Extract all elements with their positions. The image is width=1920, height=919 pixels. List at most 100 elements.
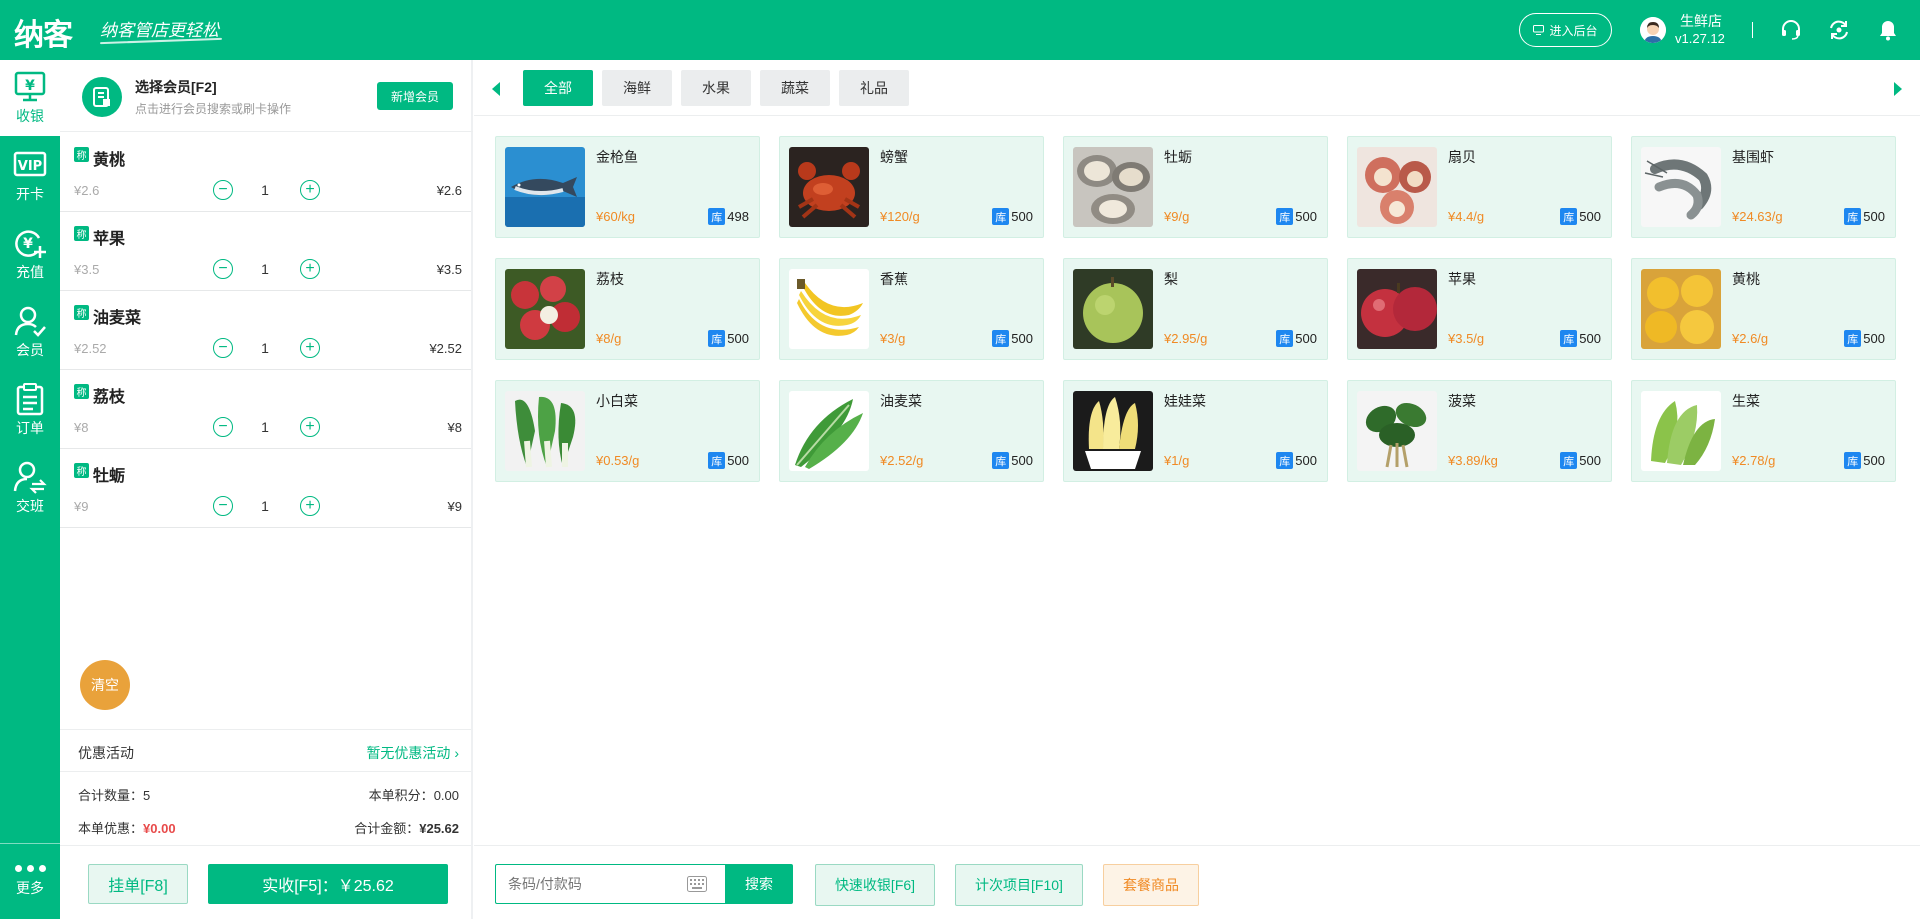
stock-badge: 库 [992,452,1010,469]
nav-order-label: 订单 [16,420,44,436]
product-card[interactable]: 金枪鱼 ¥60/kg 库 498 [495,136,760,238]
nav-recharge[interactable]: ¥ 充值 [0,216,60,292]
cart-item-qty[interactable]: 1 [240,419,290,435]
member-select-bar[interactable]: 选择会员[F2] 点击进行会员搜索或刷卡操作 新增会员 [60,60,473,132]
product-name: 菠菜 [1448,393,1476,409]
nav-open-card[interactable]: VIP 开卡 [0,138,60,214]
cart-item[interactable]: 称油麦菜 ¥2.52 −1 + ¥2.52 [60,291,471,370]
product-stock: 库 500 [1276,208,1317,225]
tab-3[interactable]: 蔬菜 [760,70,830,106]
product-card[interactable]: 小白菜 ¥0.53/g 库 500 [495,380,760,482]
stock-badge: 库 [1844,330,1862,347]
stock-badge: 库 [1844,452,1862,469]
product-name: 螃蟹 [880,149,908,165]
decrease-qty-icon[interactable]: − [213,180,233,200]
stock-badge: 库 [708,208,726,225]
increase-qty-icon[interactable]: + [300,259,320,279]
increase-qty-icon[interactable]: + [300,496,320,516]
search-button[interactable]: 搜索 [725,864,793,904]
product-card[interactable]: 菠菜 ¥3.89/kg 库 500 [1347,380,1612,482]
decrease-qty-icon[interactable]: − [213,417,233,437]
nav-shift-handover[interactable]: 交班 [0,450,60,526]
product-name: 香蕉 [880,271,908,287]
product-card[interactable]: 牡蛎 ¥9/g 库 500 [1063,136,1328,238]
nav-order[interactable]: 订单 [0,372,60,448]
cart-item[interactable]: 称牡蛎 ¥9 −1 + ¥9 [60,449,471,528]
increase-qty-icon[interactable]: + [300,417,320,437]
product-price: ¥2.95/g [1164,331,1208,346]
product-card[interactable]: 荔枝 ¥8/g 库 500 [495,258,760,360]
checkout-button[interactable]: 实收[F5]：￥25.62 [208,864,448,904]
product-card[interactable]: 黄桃 ¥2.6/g 库 500 [1631,258,1896,360]
product-card[interactable]: 生菜 ¥2.78/g 库 500 [1631,380,1896,482]
tabs-prev-arrow-icon[interactable] [492,82,500,96]
customer-service-icon[interactable] [1779,18,1803,42]
product-image-pear [1073,269,1153,349]
tab-4[interactable]: 礼品 [839,70,909,106]
product-price: ¥9/g [1164,209,1190,224]
decrease-qty-icon[interactable]: − [213,338,233,358]
product-stock: 库 500 [1560,208,1601,225]
product-card[interactable]: 油麦菜 ¥2.52/g 库 500 [779,380,1044,482]
more-dots-icon [14,865,46,872]
product-card[interactable]: 扇贝 ¥4.4/g 库 500 [1347,136,1612,238]
decrease-qty-icon[interactable]: − [213,496,233,516]
add-member-button[interactable]: 新增会员 [377,82,453,110]
enter-admin-button[interactable]: 进入后台 [1519,13,1612,47]
product-price: ¥1/g [1164,453,1190,468]
cart-item-name: 油麦菜 [93,310,142,327]
user-avatar[interactable] [1640,17,1666,43]
cart-item[interactable]: 称荔枝 ¥8 −1 + ¥8 [60,370,471,449]
stock-qty: 500 [1295,331,1317,346]
cart-item-name: 黄桃 [93,152,126,169]
tab-0[interactable]: 全部 [523,70,593,106]
product-stock: 库 500 [708,330,749,347]
product-card[interactable]: 娃娃菜 ¥1/g 库 500 [1063,380,1328,482]
cart-item-qty[interactable]: 1 [240,498,290,514]
increase-qty-icon[interactable]: + [300,180,320,200]
product-card[interactable]: 苹果 ¥3.5/g 库 500 [1347,258,1612,360]
nav-cashier[interactable]: ¥ 收银 [0,60,60,136]
stock-badge: 库 [1276,208,1294,225]
product-card[interactable]: 基围虾 ¥24.63/g 库 500 [1631,136,1896,238]
product-card[interactable]: 香蕉 ¥3/g 库 500 [779,258,1044,360]
nav-member[interactable]: 会员 [0,294,60,370]
tabs-next-arrow-icon[interactable] [1894,82,1902,96]
quick-cashier-button[interactable]: 快速收银[F6] [815,864,935,906]
tab-1[interactable]: 海鲜 [602,70,672,106]
order-total: 合计金额：¥25.62 [354,818,459,837]
increase-qty-icon[interactable]: + [300,338,320,358]
stock-qty: 500 [727,331,749,346]
app-logo: 纳客 [14,18,73,53]
promotion-row[interactable]: 优惠活动 暂无优惠活动 › [60,729,471,772]
cart-item-qty[interactable]: 1 [240,261,290,277]
total-amount-label: 合计金额： [354,821,420,836]
sync-icon[interactable] [1827,18,1851,42]
product-price: ¥24.63/g [1732,209,1783,224]
product-image-peach [1641,269,1721,349]
stock-badge: 库 [1276,452,1294,469]
cart-item-qty[interactable]: 1 [240,340,290,356]
product-card[interactable]: 螃蟹 ¥120/g 库 500 [779,136,1044,238]
promotion-label: 优惠活动 [78,745,134,761]
count-items-button[interactable]: 计次项目[F10] [955,864,1083,906]
product-stock: 库 500 [1560,452,1601,469]
package-goods-button[interactable]: 套餐商品 [1103,864,1199,906]
notification-bell-icon[interactable] [1876,18,1900,42]
hold-order-button[interactable]: 挂单[F8] [88,864,188,904]
nav-open-card-label: 开卡 [16,186,44,202]
product-card[interactable]: 梨 ¥2.95/g 库 500 [1063,258,1328,360]
product-image-apple [1357,269,1437,349]
nav-more[interactable]: 更多 [0,843,60,919]
promotion-value[interactable]: 暂无优惠活动 › [366,743,459,763]
cart-item[interactable]: 称黄桃 ¥2.6 −1 + ¥2.6 [60,133,471,212]
clear-cart-button[interactable]: 清空 [80,660,130,710]
weighed-tag: 称 [74,384,89,399]
cart-item-qty[interactable]: 1 [240,182,290,198]
tab-2[interactable]: 水果 [681,70,751,106]
keyboard-icon[interactable] [687,876,707,892]
decrease-qty-icon[interactable]: − [213,259,233,279]
svg-text:¥: ¥ [25,78,35,94]
stock-qty: 500 [1011,209,1033,224]
cart-item[interactable]: 称苹果 ¥3.5 −1 + ¥3.5 [60,212,471,291]
